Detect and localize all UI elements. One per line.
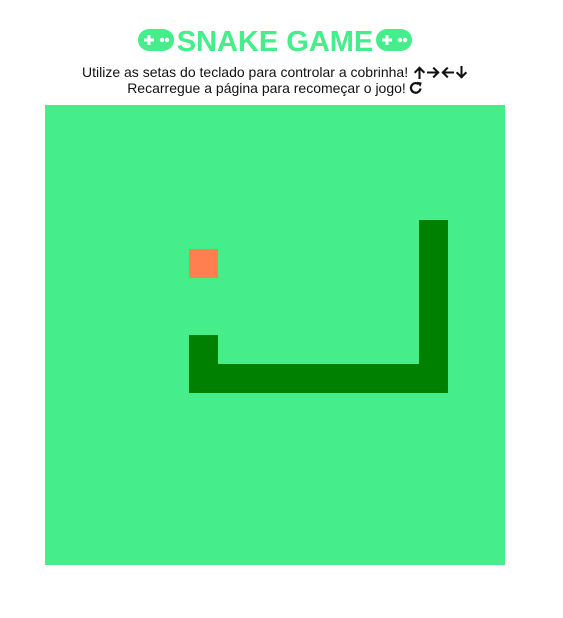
arrow-left-icon bbox=[441, 66, 454, 79]
snake-segment bbox=[390, 363, 419, 393]
snake-head bbox=[418, 220, 448, 249]
gamepad-icon bbox=[137, 29, 174, 52]
snake-segment bbox=[418, 306, 448, 335]
game-board[interactable] bbox=[45, 105, 505, 565]
snake-segment bbox=[188, 363, 218, 393]
arrow-up-icon bbox=[413, 66, 426, 79]
snake-segment bbox=[361, 363, 390, 393]
controls-text: Utilize as setas do teclado para control… bbox=[82, 64, 409, 80]
snake-segment bbox=[217, 363, 247, 393]
instructions-controls: Utilize as setas do teclado para control… bbox=[0, 64, 550, 80]
snake-segment bbox=[418, 335, 448, 364]
snake-segment bbox=[303, 363, 333, 393]
game-title-text: SNAKE GAME bbox=[176, 26, 374, 58]
food bbox=[188, 248, 218, 278]
page-title: SNAKE GAME bbox=[0, 24, 550, 60]
snake-segment bbox=[418, 363, 448, 393]
snake-segment bbox=[188, 335, 218, 364]
snake-segment bbox=[418, 248, 448, 278]
gamepad-icon bbox=[376, 29, 413, 52]
snake-segment bbox=[275, 363, 304, 393]
refresh-icon bbox=[409, 81, 422, 94]
instructions-restart: Recarregue a página para recomeçar o jog… bbox=[0, 80, 550, 96]
restart-text: Recarregue a página para recomeçar o jog… bbox=[127, 80, 406, 96]
snake-segment bbox=[332, 363, 362, 393]
snake-segment bbox=[418, 277, 448, 307]
arrow-right-icon bbox=[426, 66, 440, 79]
arrow-down-icon bbox=[455, 66, 468, 79]
snake-segment bbox=[246, 363, 275, 393]
instructions: Utilize as setas do teclado para control… bbox=[0, 64, 550, 96]
